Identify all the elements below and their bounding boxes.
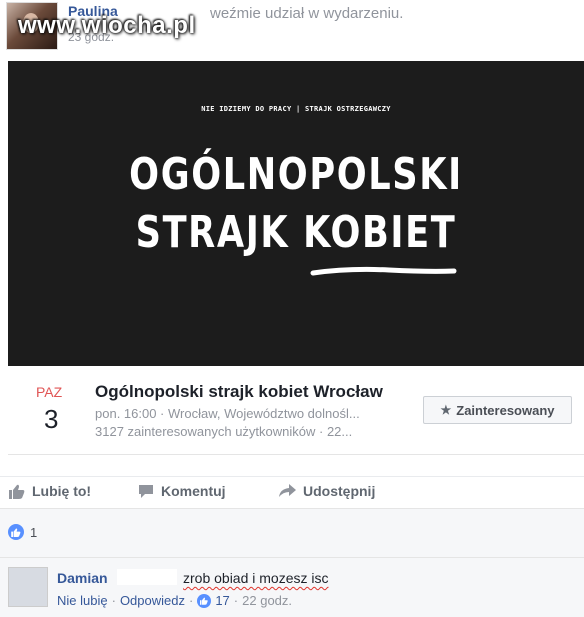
event-day-name: PAZ [36, 384, 63, 400]
comment-time[interactable]: 22 godz. [242, 593, 292, 608]
share-icon [279, 484, 296, 497]
banner-underline-stroke [310, 266, 457, 276]
like-button[interactable]: Lubię to! [9, 483, 91, 499]
banner-subtitle: NIE IDZIEMY DO PRACY | STRAJK OSTRZEGAWC… [201, 105, 391, 113]
comment-button[interactable]: Komentuj [138, 483, 226, 499]
star-icon: ★ [440, 403, 452, 417]
post-header: Paulina 23 godz. www.wiocha.pl weźmie ud… [0, 0, 584, 56]
post-actions-bar: Lubię to! Komentuj Udostępnij [0, 476, 584, 507]
meta-separator: · [233, 593, 239, 608]
like-reaction-icon [8, 524, 24, 540]
event-day-number: 3 [44, 404, 59, 434]
thumbs-up-icon [9, 484, 25, 499]
event-interested-count: 3127 zainteresowanych użytkowników · 22.… [95, 424, 353, 439]
share-label: Udostępnij [303, 483, 376, 499]
event-details: pon. 16:00 · Wrocław, Województwo dolnoś… [95, 406, 360, 421]
comment-like-icon [197, 593, 212, 608]
reply-link[interactable]: Odpowiedz [120, 593, 185, 608]
divider [0, 557, 584, 558]
comments-section: 1 Damian zrob obiad i mozesz isc Nie lub… [0, 508, 584, 617]
event-cover-image[interactable]: NIE IDZIEMY DO PRACY | STRAJK OSTRZEGAWC… [8, 61, 584, 366]
post-action-text: weźmie udział w wydarzeniu. [210, 5, 404, 22]
comment-like-count[interactable]: 17 [215, 593, 229, 608]
meta-separator: · [188, 593, 194, 608]
banner-title-line2: STRAJK KOBIET [135, 207, 457, 258]
comment-icon [139, 484, 153, 498]
reaction-summary[interactable]: 1 [8, 524, 37, 540]
like-count: 1 [30, 524, 38, 540]
event-title[interactable]: Ogólnopolski strajk kobiet Wrocław [95, 382, 383, 402]
banner-title-line1: OGÓLNOPOLSKI [129, 149, 463, 200]
comment-label: Komentuj [161, 483, 226, 499]
interested-button[interactable]: ★ Zainteresowany [423, 396, 572, 424]
share-button[interactable]: Udostępnij [279, 483, 375, 499]
commenter-name[interactable]: Damian [57, 570, 108, 586]
commenter-avatar[interactable] [8, 567, 48, 607]
meta-separator: · [111, 593, 116, 608]
like-label: Lubię to! [32, 483, 92, 499]
event-info[interactable]: PAZ 3 Ogólnopolski strajk kobiet Wrocław… [8, 366, 584, 455]
interested-button-label: Zainteresowany [456, 402, 555, 418]
redacted-surname [117, 569, 177, 585]
unlike-link[interactable]: Nie lubię [57, 593, 108, 608]
watermark: www.wiocha.pl [18, 12, 196, 39]
comment-text: zrob obiad i mozesz isc [183, 570, 329, 586]
comment-meta: Nie lubię · Odpowiedz · 17 · 22 godz. [57, 593, 292, 608]
